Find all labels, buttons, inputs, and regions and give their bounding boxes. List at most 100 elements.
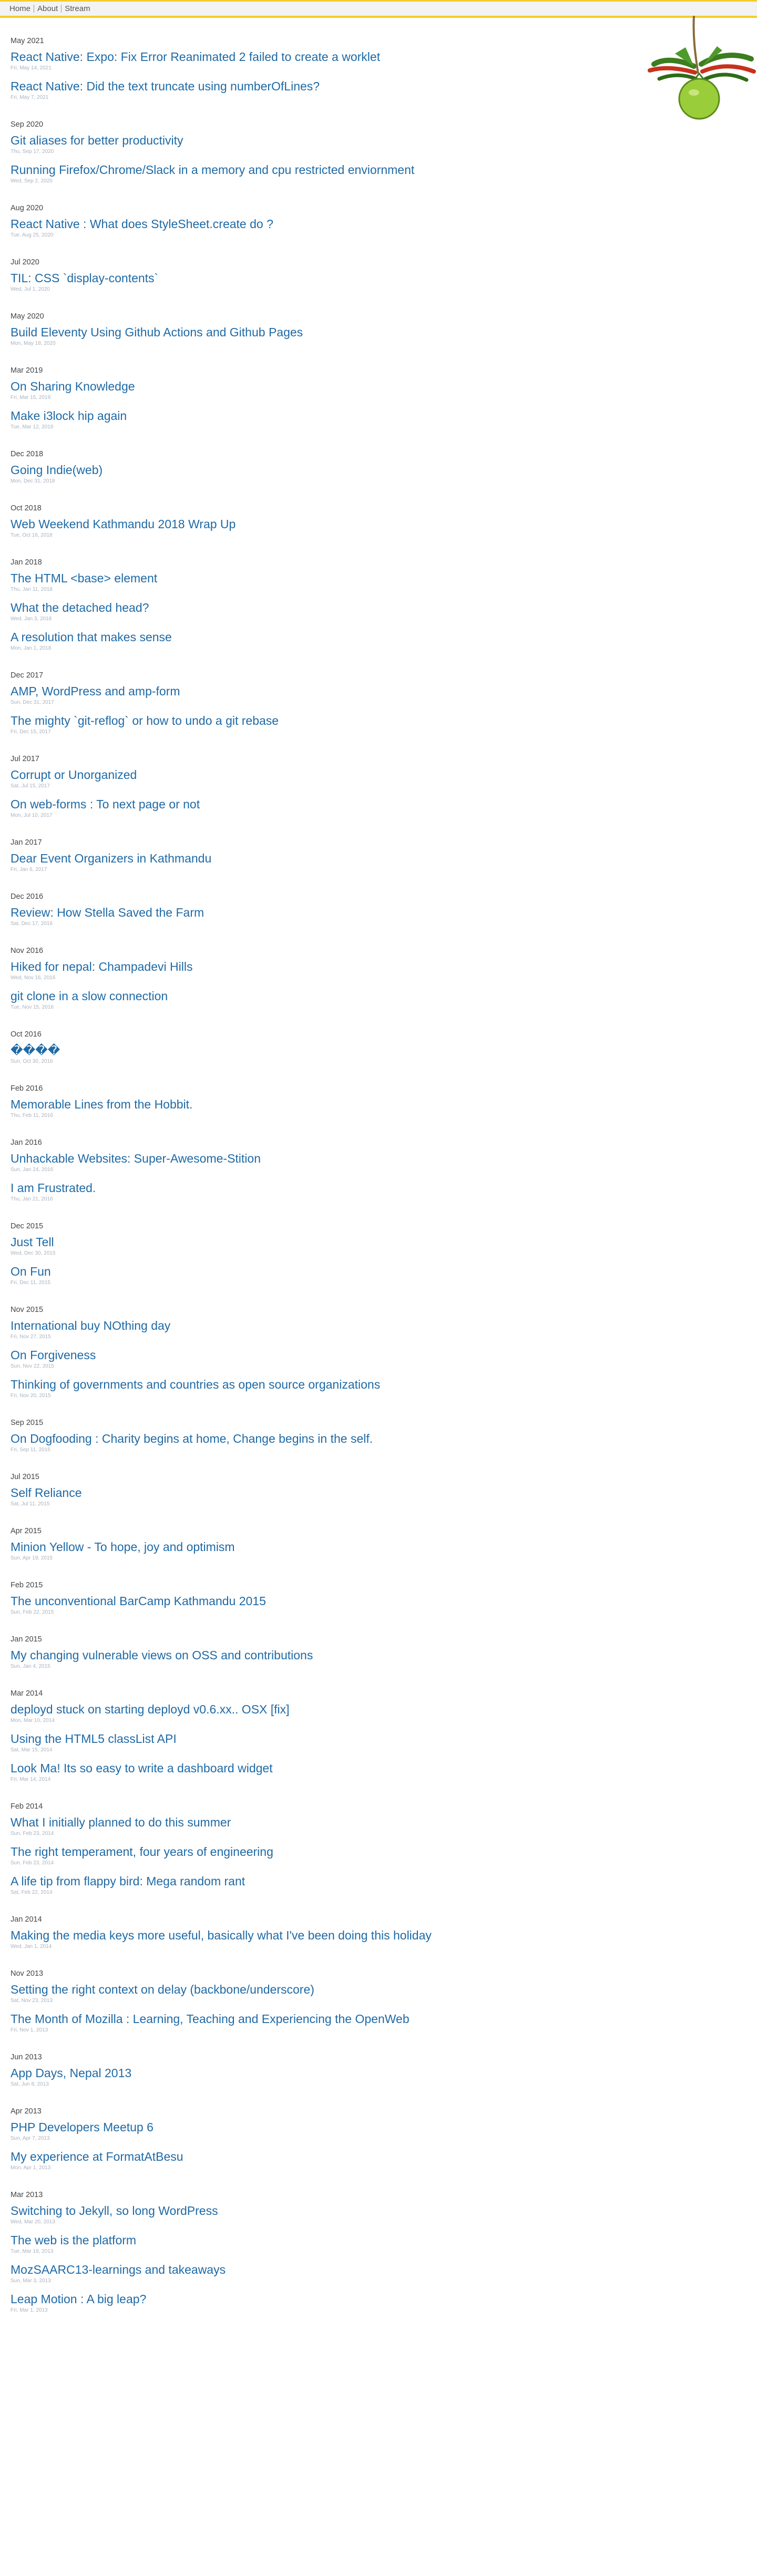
post-title-link[interactable]: Look Ma! Its so easy to write a dashboar… <box>11 1761 273 1776</box>
post-title-link[interactable]: Setting the right context on delay (back… <box>11 1982 314 1997</box>
post-title-link[interactable]: The web is the platform <box>11 2233 136 2247</box>
post-title-link[interactable]: Dear Event Organizers in Kathmandu <box>11 851 211 866</box>
post-title-link[interactable]: Making the media keys more useful, basic… <box>11 1928 432 1943</box>
post-title-link[interactable]: ���� <box>11 1043 60 1058</box>
post-title-link[interactable]: React Native: Expo: Fix Error Reanimated… <box>11 49 380 64</box>
post-title-link[interactable]: Just Tell <box>11 1235 54 1249</box>
post-title-link[interactable]: Thinking of governments and countries as… <box>11 1377 380 1392</box>
post-title-link[interactable]: Corrupt or Unorganized <box>11 767 137 782</box>
post-title-link[interactable]: Git aliases for better productivity <box>11 133 183 148</box>
post-date: Fri, Mar 14, 2014 <box>11 1777 51 1782</box>
post-title-link[interactable]: My experience at FormatAtBesu <box>11 2149 183 2164</box>
nav-home-link[interactable]: Home <box>6 4 34 13</box>
post-title-link[interactable]: Using the HTML5 classList API <box>11 1731 177 1746</box>
post-item: Memorable Lines from the Hobbit. Thu, Feb… <box>11 1097 610 1119</box>
post-item: PHP Developers Meetup 6 Sun, Apr 7, 2013 <box>11 2120 610 2142</box>
post-title-link[interactable]: Build Eleventy Using Github Actions and … <box>11 325 303 340</box>
month-group: Oct 2016 ���� Sun, Oct 30, 2016 <box>11 1030 610 1065</box>
post-title-link[interactable]: International buy NOthing day <box>11 1318 170 1333</box>
post-title-link[interactable]: Memorable Lines from the Hobbit. <box>11 1097 192 1112</box>
post-date: Sun, Nov 22, 2015 <box>11 1363 54 1369</box>
post-item: The unconventional BarCamp Kathmandu 201… <box>11 1594 610 1616</box>
post-title-link[interactable]: Minion Yellow - To hope, joy and optimis… <box>11 1540 235 1554</box>
post-title-link[interactable]: Review: How Stella Saved the Farm <box>11 905 204 920</box>
post-title-link[interactable]: The mighty `git-reflog` or how to undo a… <box>11 713 279 728</box>
post-title-link[interactable]: Make i3lock hip again <box>11 408 127 423</box>
month-group: Jan 2018 The HTML <base> element Thu, Jan … <box>11 558 610 652</box>
post-title-link[interactable]: The right temperament, four years of eng… <box>11 1844 273 1859</box>
month-heading: Nov 2016 <box>11 947 44 955</box>
post-item: Switching to Jekyll, so long WordPress We… <box>11 2203 610 2225</box>
month-heading: Nov 2013 <box>11 1969 44 1978</box>
post-title-link[interactable]: The Month of Mozilla : Learning, Teachin… <box>11 2011 410 2026</box>
post-title-link[interactable]: MozSAARC13-learnings and takeaways <box>11 2262 226 2277</box>
month-group: Jan 2014 Making the media keys more usefu… <box>11 1915 610 1950</box>
month-group: Nov 2015 International buy NOthing day Fri… <box>11 1305 610 1399</box>
post-item: Minion Yellow - To hope, joy and optimis… <box>11 1540 610 1562</box>
month-group: Sep 2020 Git aliases for better productiv… <box>11 120 610 184</box>
post-date: Fri, Dec 11, 2015 <box>11 1280 50 1286</box>
month-group: May 2020 Build Eleventy Using Github Acti… <box>11 312 610 347</box>
post-item: Running Firefox/Chrome/Slack in a memory… <box>11 162 610 184</box>
nav-stream-link[interactable]: Stream <box>62 4 93 13</box>
post-title-link[interactable]: Switching to Jekyll, so long WordPress <box>11 2203 218 2218</box>
post-date: Sun, Apr 7, 2013 <box>11 2136 50 2141</box>
post-title-link[interactable]: React Native : What does StyleSheet.crea… <box>11 217 273 231</box>
post-item: I am Frustrated. Thu, Jan 21, 2016 <box>11 1181 610 1203</box>
post-item: The Month of Mozilla : Learning, Teachin… <box>11 2011 610 2034</box>
post-title-link[interactable]: React Native: Did the text truncate usin… <box>11 79 320 94</box>
month-heading: Feb 2014 <box>11 1802 43 1811</box>
post-item: Make i3lock hip again Tue, Mar 12, 2019 <box>11 408 610 430</box>
month-heading: Apr 2013 <box>11 2107 42 2116</box>
post-date: Sun, Oct 30, 2016 <box>11 1059 53 1064</box>
month-heading: May 2021 <box>11 37 44 45</box>
post-title-link[interactable]: A resolution that makes sense <box>11 630 172 644</box>
post-item: Leap Motion : A big leap? Fri, Mar 1, 201… <box>11 2292 610 2314</box>
post-item: On Forgiveness Sun, Nov 22, 2015 <box>11 1348 610 1370</box>
month-group: Apr 2015 Minion Yellow - To hope, joy and… <box>11 1526 610 1562</box>
post-item: React Native: Did the text truncate usin… <box>11 79 610 101</box>
post-date: Sun, Mar 3, 2013 <box>11 2278 51 2284</box>
post-title-link[interactable]: A life tip from flappy bird: Mega random… <box>11 1874 245 1889</box>
post-title-link[interactable]: What the detached head? <box>11 600 149 615</box>
top-bar: Home About Stream <box>0 0 757 18</box>
month-group: Aug 2020 React Native : What does StyleSh… <box>11 203 610 239</box>
post-date: Fri, Sep 11, 2015 <box>11 1447 50 1453</box>
post-title-link[interactable]: TIL: CSS `display-contents` <box>11 271 158 285</box>
post-title-link[interactable]: On Forgiveness <box>11 1348 96 1362</box>
post-date: Wed, Jul 1, 2020 <box>11 286 50 292</box>
post-title-link[interactable]: PHP Developers Meetup 6 <box>11 2120 154 2134</box>
post-title-link[interactable]: git clone in a slow connection <box>11 989 168 1003</box>
post-date: Fri, May 7, 2021 <box>11 95 49 100</box>
post-title-link[interactable]: Leap Motion : A big leap? <box>11 2292 146 2306</box>
post-item: Going Indie(web) Mon, Dec 31, 2018 <box>11 463 610 485</box>
post-title-link[interactable]: The HTML <base> element <box>11 571 157 586</box>
post-title-link[interactable]: What I initially planned to do this summ… <box>11 1815 231 1830</box>
post-title-link[interactable]: On Sharing Knowledge <box>11 379 135 394</box>
post-title-link[interactable]: The unconventional BarCamp Kathmandu 201… <box>11 1594 266 1608</box>
nav-about-link[interactable]: About <box>34 4 61 13</box>
post-title-link[interactable]: Self Reliance <box>11 1485 82 1500</box>
post-title-link[interactable]: Running Firefox/Chrome/Slack in a memory… <box>11 162 414 177</box>
post-title-link[interactable]: On Dogfooding : Charity begins at home, … <box>11 1431 373 1446</box>
post-title-link[interactable]: Web Weekend Kathmandu 2018 Wrap Up <box>11 517 236 531</box>
post-title-link[interactable]: Hiked for nepal: Champadevi Hills <box>11 959 192 974</box>
post-date: Mon, Jan 1, 2018 <box>11 645 52 651</box>
month-heading: Feb 2015 <box>11 1581 43 1589</box>
post-date: Fri, Jan 6, 2017 <box>11 867 47 873</box>
month-group: Nov 2013 Setting the right context on del… <box>11 1969 610 2034</box>
post-title-link[interactable]: AMP, WordPress and amp-form <box>11 684 180 699</box>
post-title-link[interactable]: On Fun <box>11 1264 51 1279</box>
post-title-link[interactable]: Going Indie(web) <box>11 463 103 477</box>
post-title-link[interactable]: My changing vulnerable views on OSS and … <box>11 1648 313 1662</box>
post-title-link[interactable]: Unhackable Websites: Super-Awesome-Stiti… <box>11 1151 261 1166</box>
month-group: Mar 2014 deployd stuck on starting deploy… <box>11 1689 610 1783</box>
post-title-link[interactable]: App Days, Nepal 2013 <box>11 2066 131 2080</box>
post-title-link[interactable]: On web-forms : To next page or not <box>11 797 200 812</box>
post-item: My experience at FormatAtBesu Mon, Apr 1,… <box>11 2149 610 2171</box>
post-date: Wed, Jan 3, 2018 <box>11 616 52 622</box>
post-title-link[interactable]: deployd stuck on starting deployd v0.6.x… <box>11 1702 290 1717</box>
post-date: Wed, Nov 16, 2016 <box>11 975 56 981</box>
post-title-link[interactable]: I am Frustrated. <box>11 1181 96 1195</box>
month-heading: Sep 2020 <box>11 120 44 129</box>
